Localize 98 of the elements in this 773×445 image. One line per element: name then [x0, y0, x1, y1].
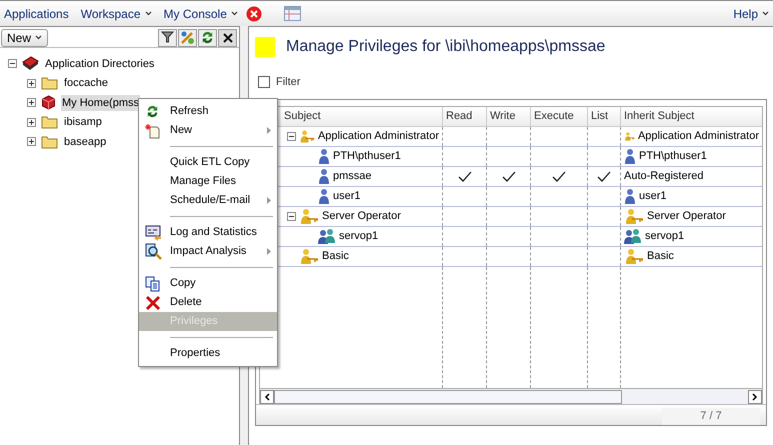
check-mark [552, 170, 566, 182]
menu-bar-item[interactable]: Workspace [80, 4, 152, 22]
group-icon [624, 228, 642, 245]
horizontal-scrollbar[interactable] [260, 388, 762, 404]
tools-button[interactable] [178, 28, 197, 46]
key-person-icon [299, 208, 319, 225]
inherit-subject: Auto-Registered [624, 169, 704, 184]
folder-icon [41, 76, 58, 90]
menu-item[interactable]: Refresh [139, 102, 277, 121]
page-icon [255, 37, 275, 57]
menu-bar-item[interactable]: My Console [164, 4, 238, 22]
filter-checkbox[interactable] [258, 76, 270, 88]
tools-icon [180, 30, 195, 45]
filter-icon [161, 31, 174, 44]
magnifier-icon [145, 243, 162, 260]
person-icon [318, 188, 330, 205]
column-header[interactable]: Execute [530, 107, 587, 126]
page-title: Manage Privileges for \ibi\homeapps\pmssae [286, 37, 606, 57]
tree-item[interactable]: foccache [63, 75, 110, 92]
filter-label: Filter [276, 74, 300, 90]
tree-item[interactable]: ibisamp [63, 114, 103, 130]
person-icon [624, 188, 636, 205]
row-count: 7 / 7 [662, 408, 760, 425]
column-header[interactable]: Write [486, 107, 530, 126]
filter-button[interactable] [158, 28, 177, 46]
menu-bar-item[interactable]: Applications [4, 4, 69, 22]
key-person-icon [624, 208, 644, 225]
collapse-icon[interactable] [287, 212, 296, 221]
expand-icon[interactable] [27, 78, 36, 88]
inherit-subject: user1 [639, 189, 667, 204]
subject-name: user1 [333, 189, 361, 204]
menu-item[interactable]: Schedule/E-mail [139, 191, 277, 210]
check-mark [502, 170, 516, 182]
expand-icon[interactable] [27, 118, 36, 127]
submenu-arrow-icon [267, 127, 271, 134]
expand-icon[interactable] [27, 137, 36, 146]
scroll-left-icon[interactable] [264, 392, 270, 400]
check-mark [458, 170, 472, 182]
check-mark [597, 170, 611, 182]
collapse-icon[interactable] [287, 132, 296, 141]
tree-item[interactable]: baseapp [63, 134, 108, 150]
cube-icon [41, 95, 56, 110]
person-icon [318, 168, 330, 185]
window-layout-icon[interactable] [284, 6, 301, 21]
drive-icon [22, 56, 39, 72]
scroll-right-icon[interactable] [752, 392, 758, 400]
tree-item[interactable]: Application Directories [44, 56, 156, 72]
subject-name: Application Administrator [318, 129, 439, 144]
subject-name: servop1 [339, 229, 378, 244]
inherit-subject: servop1 [645, 229, 684, 244]
key-person-icon [624, 248, 644, 265]
group-icon [318, 228, 336, 245]
menu-item[interactable]: Quick ETL Copy [139, 153, 277, 172]
person-icon [318, 148, 330, 165]
caret-icon [144, 11, 152, 16]
inherit-subject: Server Operator [647, 209, 726, 224]
menu-item[interactable]: Properties [139, 344, 277, 363]
refresh-button[interactable] [198, 28, 217, 46]
menu-item[interactable]: Copy [139, 274, 277, 293]
column-header[interactable]: Inherit Subject [620, 107, 762, 126]
log-window-icon [145, 224, 162, 240]
key-person-icon [299, 128, 315, 145]
refresh-icon [200, 30, 215, 45]
refresh-icon [145, 104, 160, 119]
caret-icon [230, 11, 238, 16]
key-person-icon [299, 248, 319, 265]
close-icon [222, 32, 232, 42]
inherit-subject: Basic [647, 249, 674, 264]
person-icon [624, 148, 636, 165]
menu-item[interactable]: Manage Files [139, 172, 277, 191]
new-document-icon [145, 122, 161, 138]
help-menu[interactable]: Help [733, 4, 769, 22]
folder-icon [41, 134, 58, 149]
subject-name: PTH\pthuser1 [333, 149, 401, 164]
new-button[interactable]: New [1, 28, 48, 46]
column-header[interactable]: Read [442, 107, 486, 126]
collapse-icon[interactable] [8, 59, 17, 68]
submenu-arrow-icon [267, 248, 271, 255]
copy-icon [145, 276, 161, 292]
expand-icon[interactable] [27, 98, 36, 108]
close-icon[interactable] [246, 6, 262, 22]
menu-item[interactable]: Impact Analysis [139, 242, 277, 261]
menu-item[interactable]: New [139, 121, 277, 140]
close-button[interactable] [218, 28, 237, 46]
tree-item[interactable]: My Home(pmss [61, 94, 140, 111]
caret-icon [35, 35, 42, 40]
caret-icon [762, 11, 769, 16]
menu-item[interactable]: Delete [139, 293, 277, 312]
subject-name: Basic [322, 249, 349, 264]
submenu-arrow-icon [267, 197, 271, 204]
subject-name: pmssae [333, 169, 372, 184]
delete-icon [145, 294, 161, 310]
menu-item[interactable]: Log and Statistics [139, 223, 277, 242]
inherit-subject: Application Administrator [638, 129, 759, 144]
subject-name: Server Operator [322, 209, 401, 224]
folder-icon [41, 115, 58, 130]
inherit-subject: PTH\pthuser1 [639, 149, 707, 164]
column-header[interactable]: List [587, 107, 620, 126]
